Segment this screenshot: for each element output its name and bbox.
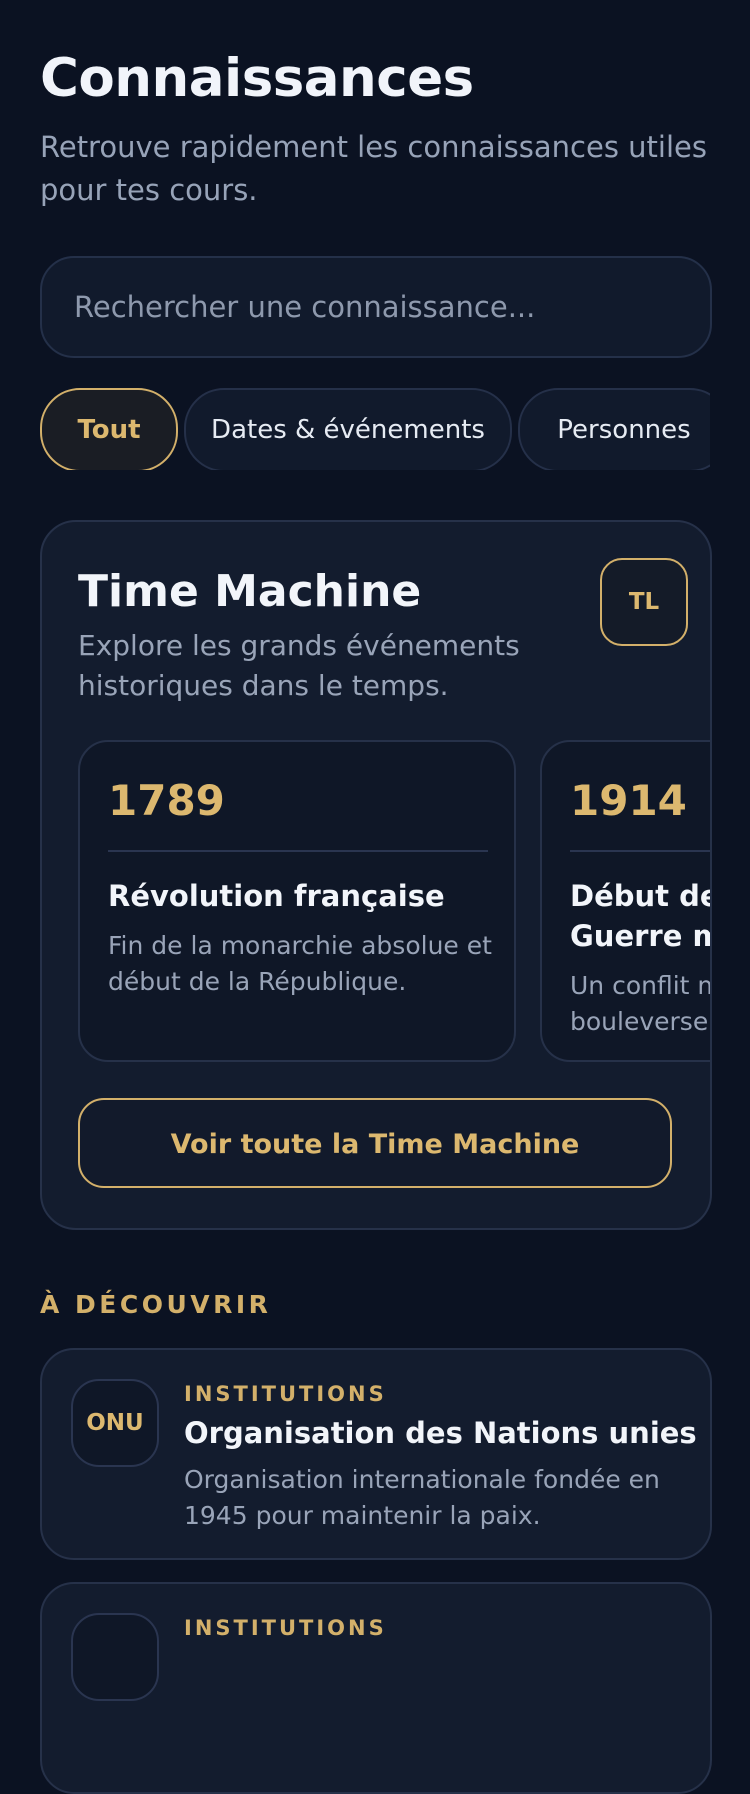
search-input[interactable] <box>74 258 674 356</box>
filter-chip-dates-events[interactable]: Dates & événements <box>184 388 512 470</box>
event-description: Un conflit mondial qui bouleverse l'Euro… <box>570 971 710 1036</box>
time-machine-subtitle: Explore les grands événements historique… <box>78 629 520 702</box>
filter-chip-people[interactable]: Personnes <box>518 388 710 470</box>
event-divider <box>108 850 488 852</box>
event-card[interactable]: 1914 Début de la Première Guerre mondial… <box>540 740 710 1062</box>
time-machine-card: Time Machine Explore les grands événemen… <box>40 520 712 1230</box>
knowledge-category: INSTITUTIONS <box>184 1382 387 1406</box>
filter-chip-all[interactable]: Tout <box>40 388 178 470</box>
knowledge-badge-icon: ONU <box>71 1379 159 1467</box>
view-time-machine-button[interactable]: Voir toute la Time Machine <box>78 1098 672 1188</box>
timeline-badge-icon: TL <box>600 558 688 646</box>
event-divider <box>570 850 710 852</box>
knowledge-category: INSTITUTIONS <box>184 1616 387 1640</box>
event-title: Début de la Première Guerre mondiale <box>570 879 710 953</box>
event-title: Révolution française <box>108 879 445 913</box>
page-subtitle: Retrouve rapidement les connaissances ut… <box>40 130 707 207</box>
time-machine-title: Time Machine <box>78 566 422 617</box>
knowledge-title: Organisation des Nations unies <box>184 1416 697 1450</box>
knowledge-description: Organisation internationale fondée en 19… <box>184 1465 660 1530</box>
section-label-discover: À DÉCOUVRIR <box>40 1290 272 1319</box>
filter-chips: Tout Dates & événements Personnes <box>40 388 710 470</box>
knowledge-badge-icon <box>71 1613 159 1701</box>
knowledge-card[interactable]: INSTITUTIONS <box>40 1582 712 1794</box>
event-year: 1789 <box>108 776 225 825</box>
event-description: Fin de la monarchie absolue et début de … <box>108 931 492 996</box>
event-card[interactable]: 1789 Révolution française Fin de la mona… <box>78 740 516 1062</box>
page-title: Connaissances <box>40 48 474 109</box>
event-year: 1914 <box>570 776 687 825</box>
events-carousel[interactable]: 1789 Révolution française Fin de la mona… <box>78 740 710 1066</box>
search-box[interactable] <box>40 256 712 358</box>
knowledge-card[interactable]: ONU INSTITUTIONS Organisation des Nation… <box>40 1348 712 1560</box>
